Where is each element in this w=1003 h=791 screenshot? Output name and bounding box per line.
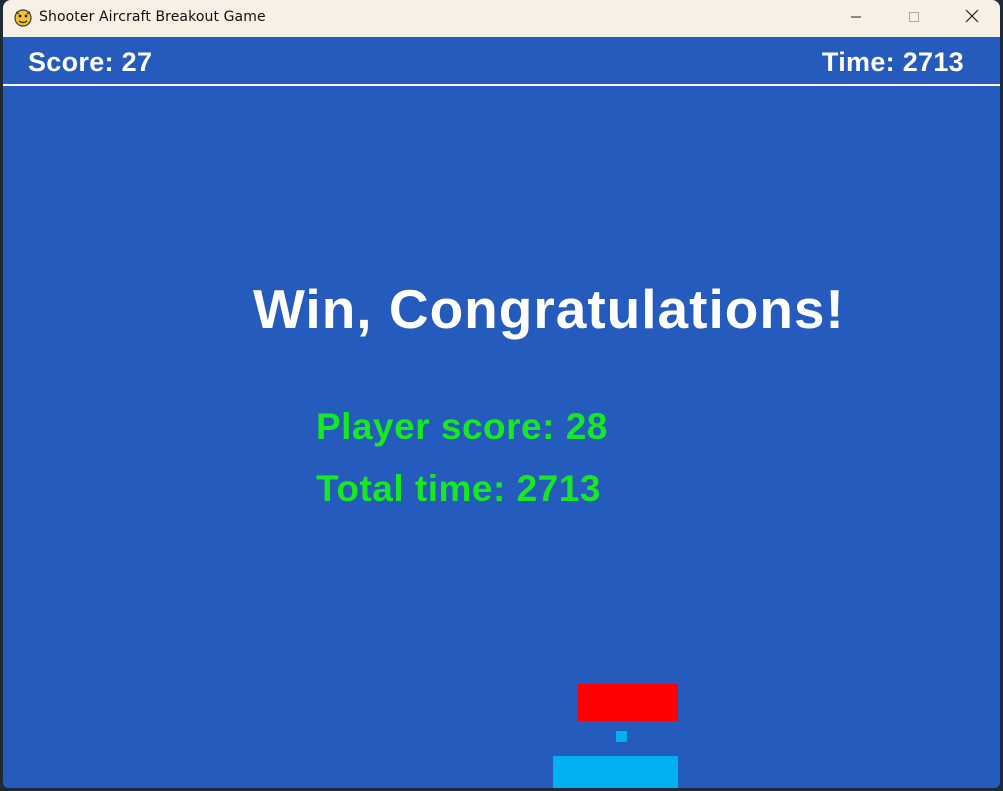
total-time-text: Total time: 2713 [316, 468, 601, 509]
brick [578, 684, 678, 721]
game-canvas[interactable]: Score: 27 Time: 2713 Win, Congratulation… [3, 37, 1000, 788]
game-window: Shooter Aircraft Breakout Game Score: 27… [3, 0, 1000, 788]
window-title: Shooter Aircraft Breakout Game [39, 9, 266, 25]
minimize-icon [850, 10, 862, 28]
hud-score: Score: 27 [28, 47, 153, 77]
title-bar[interactable]: Shooter Aircraft Breakout Game [3, 0, 1000, 37]
hud-time: Time: 2713 [821, 47, 964, 77]
paddle[interactable] [553, 756, 678, 788]
player-score-text: Player score: 28 [316, 406, 608, 447]
pygame-snake-icon [13, 8, 33, 28]
close-icon [965, 9, 979, 28]
maximize-button[interactable] [891, 0, 937, 37]
ball [616, 731, 627, 742]
win-headline: Win, Congratulations! [253, 278, 845, 340]
close-button[interactable] [949, 0, 995, 37]
maximize-icon [908, 10, 920, 28]
hud-divider [3, 84, 1000, 86]
minimize-button[interactable] [833, 0, 879, 37]
